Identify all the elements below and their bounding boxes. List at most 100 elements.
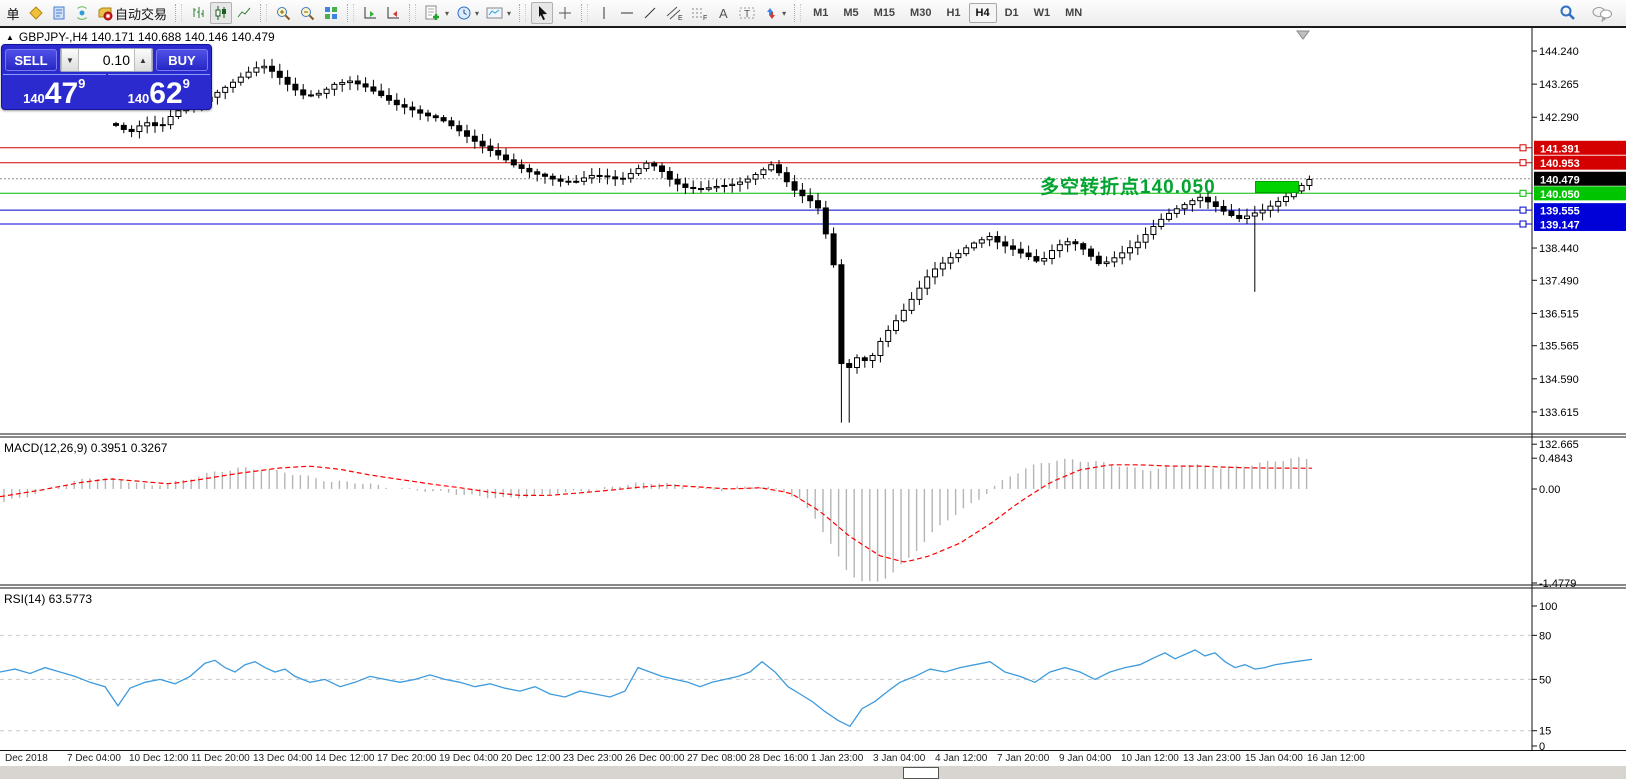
svg-text:13 Dec 04:00: 13 Dec 04:00 xyxy=(253,753,313,764)
svg-text:133.615: 133.615 xyxy=(1539,407,1579,419)
volume-increase-button[interactable]: ▲ xyxy=(134,49,152,71)
svg-text:13 Jan 23:00: 13 Jan 23:00 xyxy=(1183,753,1241,764)
tile-windows-button[interactable] xyxy=(320,2,342,24)
bar-chart-button[interactable] xyxy=(187,2,209,24)
arrows-button[interactable]: ▾ xyxy=(760,2,789,24)
toolbar-right-group xyxy=(1556,2,1626,24)
svg-text:7 Dec 04:00: 7 Dec 04:00 xyxy=(67,753,121,764)
tf-button-MN[interactable]: MN xyxy=(1058,3,1089,23)
tf-button-M1[interactable]: M1 xyxy=(806,3,835,23)
metaeditor-button[interactable] xyxy=(25,2,47,24)
toolbar-grip xyxy=(519,4,526,22)
line-chart-button[interactable] xyxy=(233,2,255,24)
one-click-toggle-icon[interactable]: ▲ xyxy=(6,33,14,42)
buy-price-point: 9 xyxy=(183,76,190,91)
svg-text:A: A xyxy=(719,6,728,21)
auto-scroll-button[interactable] xyxy=(359,2,381,24)
chart-shift-button[interactable] xyxy=(382,2,404,24)
chat-button[interactable] xyxy=(1588,2,1616,24)
buy-price-figure: 140 xyxy=(128,91,150,106)
dropdown-caret: ▾ xyxy=(507,9,511,18)
indicators-icon xyxy=(424,5,442,21)
equidistant-channel-icon: E xyxy=(665,5,683,21)
crosshair-button[interactable] xyxy=(554,2,576,24)
level-handle[interactable] xyxy=(1520,160,1526,166)
svg-text:-1.4779: -1.4779 xyxy=(1539,578,1576,590)
zoom-out-button[interactable] xyxy=(296,2,319,24)
chart-canvas[interactable]: 144.240143.265142.290138.440137.490136.5… xyxy=(0,0,1626,779)
tile-windows-icon xyxy=(323,5,339,21)
svg-text:10 Dec 12:00: 10 Dec 12:00 xyxy=(129,753,189,764)
svg-text:28 Dec 16:00: 28 Dec 16:00 xyxy=(749,753,809,764)
vertical-line-button[interactable] xyxy=(593,2,615,24)
svg-text:141.391: 141.391 xyxy=(1540,143,1580,155)
svg-text:140.479: 140.479 xyxy=(1540,174,1580,186)
zoom-out-icon xyxy=(299,5,316,22)
new-order-button[interactable]: 单 xyxy=(2,2,24,24)
svg-text:T: T xyxy=(744,9,750,20)
indicators-button[interactable]: ▾ xyxy=(421,2,452,24)
toolbar-grip xyxy=(409,4,416,22)
chart-shift-marker[interactable] xyxy=(1297,31,1309,39)
chart-annotation-text: 多空转折点140.050 xyxy=(1040,172,1216,199)
svg-text:142.290: 142.290 xyxy=(1539,112,1579,124)
volume-decrease-button[interactable]: ▼ xyxy=(61,49,79,71)
tf-button-W1[interactable]: W1 xyxy=(1027,3,1058,23)
tf-button-H1[interactable]: H1 xyxy=(939,3,967,23)
horizontal-scrollbar[interactable] xyxy=(0,766,1626,779)
cursor-button[interactable] xyxy=(531,2,553,24)
highlight-rectangle[interactable] xyxy=(1255,181,1299,193)
cursor-arrow-icon xyxy=(535,5,549,21)
zoom-in-button[interactable] xyxy=(272,2,295,24)
svg-text:137.490: 137.490 xyxy=(1539,275,1579,287)
toolbar-standard-group: 单 自动交易 xyxy=(0,2,172,24)
templates-button[interactable]: ▾ xyxy=(483,2,514,24)
svg-text:0.4843: 0.4843 xyxy=(1539,453,1573,465)
trade-panel-controls: SELL ▼ ▲ BUY xyxy=(2,45,211,74)
tf-button-M15[interactable]: M15 xyxy=(867,3,902,23)
rsi-level-lines xyxy=(0,635,1532,730)
sell-price[interactable]: 140479 xyxy=(3,74,106,109)
tf-button-H4[interactable]: H4 xyxy=(969,3,997,23)
equidistant-channel-button[interactable]: E xyxy=(662,2,686,24)
volume-input[interactable] xyxy=(79,49,134,71)
trendline-button[interactable] xyxy=(639,2,661,24)
text-button[interactable]: A xyxy=(712,2,734,24)
tf-button-M5[interactable]: M5 xyxy=(836,3,865,23)
sell-button[interactable]: SELL xyxy=(5,49,57,71)
horizontal-line-button[interactable] xyxy=(616,2,638,24)
buy-button[interactable]: BUY xyxy=(156,49,208,71)
level-handle[interactable] xyxy=(1520,145,1526,151)
toolbar-zoom-group xyxy=(270,2,344,24)
toolbar-charttype-group xyxy=(185,2,257,24)
autotrading-button[interactable]: 自动交易 xyxy=(94,2,170,24)
new-order-label: 单 xyxy=(6,4,19,23)
strategy-tester-button[interactable] xyxy=(48,2,70,24)
text-a-icon: A xyxy=(716,5,730,21)
candlestick-chart-button[interactable] xyxy=(210,2,232,24)
svg-text:139.147: 139.147 xyxy=(1540,220,1580,232)
mt4-window: 单 自动交易 ▾ ▾ ▾ xyxy=(0,0,1626,779)
text-label-button[interactable]: T xyxy=(735,2,759,24)
templates-icon xyxy=(486,5,504,21)
search-button[interactable] xyxy=(1556,2,1580,24)
svg-text:143.265: 143.265 xyxy=(1539,79,1579,91)
tf-button-D1[interactable]: D1 xyxy=(998,3,1026,23)
scrollbar-thumb[interactable] xyxy=(903,767,939,779)
svg-text:144.240: 144.240 xyxy=(1539,46,1579,58)
toolbar-scroll-group xyxy=(357,2,406,24)
buy-price[interactable]: 140629 xyxy=(108,74,211,109)
level-handle[interactable] xyxy=(1520,190,1526,196)
level-handle[interactable] xyxy=(1520,221,1526,227)
svg-text:80: 80 xyxy=(1539,630,1551,642)
crosshair-icon xyxy=(557,5,573,21)
level-handle[interactable] xyxy=(1520,207,1526,213)
broadcast-button[interactable] xyxy=(71,2,93,24)
tf-button-M30[interactable]: M30 xyxy=(903,3,938,23)
toolbar-insert-group: ▾ ▾ ▾ xyxy=(419,2,516,24)
svg-text:23 Dec 23:00: 23 Dec 23:00 xyxy=(563,753,623,764)
toolbar: 单 自动交易 ▾ ▾ ▾ xyxy=(0,0,1626,28)
fibonacci-button[interactable]: F xyxy=(687,2,711,24)
periods-button[interactable]: ▾ xyxy=(453,2,482,24)
svg-text:20 Dec 12:00: 20 Dec 12:00 xyxy=(501,753,561,764)
